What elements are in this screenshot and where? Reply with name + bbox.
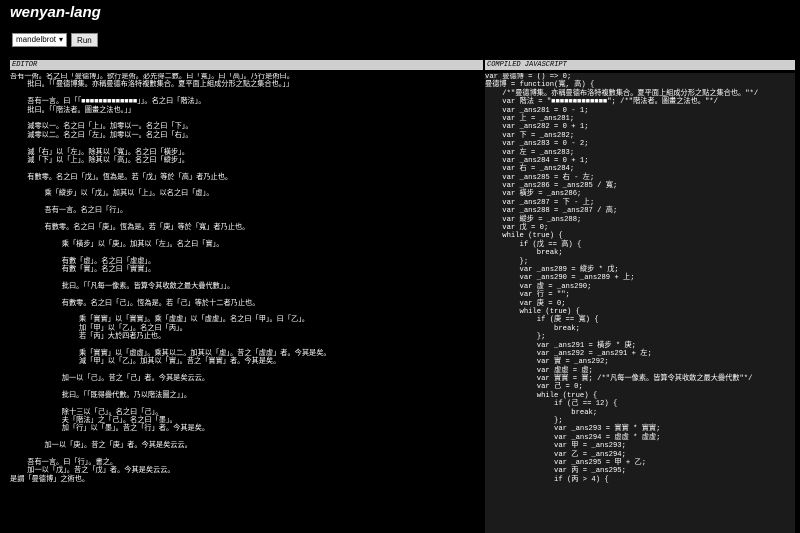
code-line: var _ans283 = 0 - 2;	[485, 140, 589, 149]
code-line: var _ans291 = 橫步 * 庚;	[485, 341, 636, 350]
code-line: var 上 = _ans281;	[485, 114, 575, 123]
code-line: break;	[485, 249, 563, 258]
code-line: 若「丙」大於四者乃止也。	[10, 333, 166, 342]
code-line: 批曰。「「凡每一像素。皆算令其收斂之最大疊代數」」。	[10, 282, 235, 291]
code-line: 曼德博 = function(寬, 高) {	[485, 81, 595, 90]
chevron-down-icon: ▾	[59, 35, 64, 44]
example-select[interactable]: mandelbrot ▾	[12, 33, 68, 47]
code-line: if (戊 == 高) {	[485, 240, 582, 249]
code-line: 乘「橫步」以「庚」。加其以「左」。名之曰「實」。	[10, 240, 224, 249]
code-line: 減「右」以「左」。除其以「寬」。名之曰「橫步」。	[10, 148, 189, 157]
code-line: 乘「實實」以「實實」。乘「虛虛」以「虛虛」。名之曰「甲」。曰「乙」。	[10, 316, 309, 325]
code-line: var _ans282 = 0 + 1;	[485, 123, 589, 132]
code-line: 減零以一。名之曰「上」。加零以一。名之曰「下」。	[10, 123, 193, 132]
code-line: 減零以二。名之曰「左」。加零以一。名之曰「右」。	[10, 131, 193, 140]
code-line: 除十三以「己」。名之曰「己」。	[10, 408, 163, 417]
code-line: var 虛虛 = 虛;	[485, 366, 593, 375]
code-line: 乘「縱步」以「戊」。加其以「上」。以名之曰「虛」。	[10, 190, 214, 199]
code-line: var _ans290 = _ans289 + 上;	[485, 274, 635, 283]
code-line: 加一以「庚」。昔之「庚」者。今其是矣云云。	[10, 442, 192, 451]
code-line: 加「行」以「墨」。昔之「行」者。今其是矣。	[10, 425, 210, 434]
code-line: var 戊 = 0;	[485, 224, 549, 233]
editor-textarea[interactable]: 吾有一術。名之曰「曼德博」。欲行是術。必先得二數。曰「寬」。曰「高」。乃行是術曰…	[10, 73, 482, 533]
example-select-value: mandelbrot	[16, 35, 57, 44]
code-line: 加一以「己」。昔之「己」者。今其是矣云云。	[10, 375, 210, 384]
toolbar: mandelbrot ▾ Run	[12, 33, 98, 47]
code-line: 有數零。名之曰「庚」。恆為是。若「庚」等於「寬」者乃止也。	[10, 224, 250, 233]
app-title: wenyan-lang	[10, 4, 101, 21]
code-line: };	[485, 257, 529, 266]
code-line: var 行 = "";	[485, 291, 570, 300]
code-line: 加「甲」以「乙」。名之曰「丙」。	[10, 324, 187, 333]
code-line: var 己 = 0;	[485, 383, 583, 392]
code-line: 減「甲」以「乙」。加其以「實」。昔之「實實」者。今其是矣。	[10, 358, 281, 367]
code-line: var _ans285 = 右 - 左;	[485, 173, 595, 182]
code-line: 批曰。「「曼德博集。亦稱曼德布洛特複數集合。夏平面上組成分形之點之集合也。」」	[10, 81, 294, 90]
code-line: var 下 = _ans282;	[485, 131, 575, 140]
code-line: var _ans287 = 下 - 上;	[485, 198, 595, 207]
code-line: var 甲 = _ans293;	[485, 442, 626, 451]
code-line: var _ans293 = 實實 * 實實;	[485, 425, 661, 434]
compiled-header: COMPILED JAVASCRIPT	[485, 60, 795, 70]
code-line: var _ans294 = 虛虛 * 虛虛;	[485, 433, 661, 442]
code-line: 有數「虛」。名之曰「虛虛」。	[10, 257, 156, 266]
code-line: var 實 = _ans292;	[485, 358, 609, 367]
code-line: 有數零。名之曰「戊」。恆為是。若「戊」等於「高」者乃止也。	[10, 173, 233, 182]
code-line: 有數零。名之曰「己」。恆為是。若「己」等於十二者乃止也。	[10, 299, 260, 308]
code-line: var _ans288 = _ans287 / 高;	[485, 207, 618, 216]
run-button[interactable]: Run	[71, 33, 98, 47]
code-line: 批曰。「「階法者。圖畫之法也。」」	[10, 106, 136, 115]
code-line: 加一以「戊」。昔之「戊」者。今其是矣云云。	[10, 467, 175, 476]
code-line: var 右 = _ans284;	[485, 165, 575, 174]
code-line: var 橫步 = _ans286;	[485, 190, 582, 199]
code-line: while (true) {	[485, 232, 563, 241]
code-line: if (己 == 12) {	[485, 400, 618, 409]
code-line: while (true) {	[485, 391, 598, 400]
code-line: 批曰。「「既得疊代數。乃以階法圖之」」。	[10, 391, 192, 400]
code-line: 吾有一言。曰「「■■■■■■■■■■■■■」」。名之曰「階法」。	[10, 98, 206, 107]
code-line: break;	[485, 324, 580, 333]
code-line: var 左 = _ans283;	[485, 148, 575, 157]
code-line: var 庚 = 0;	[485, 299, 566, 308]
code-line: var 縱步 = _ans288;	[485, 215, 582, 224]
code-line: 吾有一言。名之曰「行」。	[10, 207, 128, 216]
code-line: var 階法 = "■■■■■■■■■■■■■"; /*"階法者。圖畫之法也。"…	[485, 98, 718, 107]
code-line: 減「下」以「上」。除其以「高」。名之曰「縱步」。	[10, 156, 189, 165]
code-line: if (庚 == 寬) {	[485, 316, 599, 325]
code-line: var _ans281 = 0 - 1;	[485, 106, 589, 115]
compiled-js-output: var 曼德博 = () => 0; 曼德博 = function(寬, 高) {…	[485, 73, 795, 533]
code-line: var 虛 = _ans290;	[485, 282, 592, 291]
code-line: break;	[485, 408, 598, 417]
code-line: };	[485, 333, 546, 342]
editor-header: EDITOR	[10, 60, 483, 70]
code-line: if (丙 > 4) {	[485, 475, 609, 484]
code-line: 有數「實」。名之曰「實實」。	[10, 265, 156, 274]
code-line: 是謂「曼德博」之術也。	[10, 475, 90, 484]
code-line: /*"曼德博集。亦稱曼德布洛特複數集合。夏平面上組成分形之點之集合也。"*/	[485, 89, 759, 98]
code-line: var 乙 = _ans294;	[485, 450, 626, 459]
code-line: var 丙 = _ans295;	[485, 467, 626, 476]
